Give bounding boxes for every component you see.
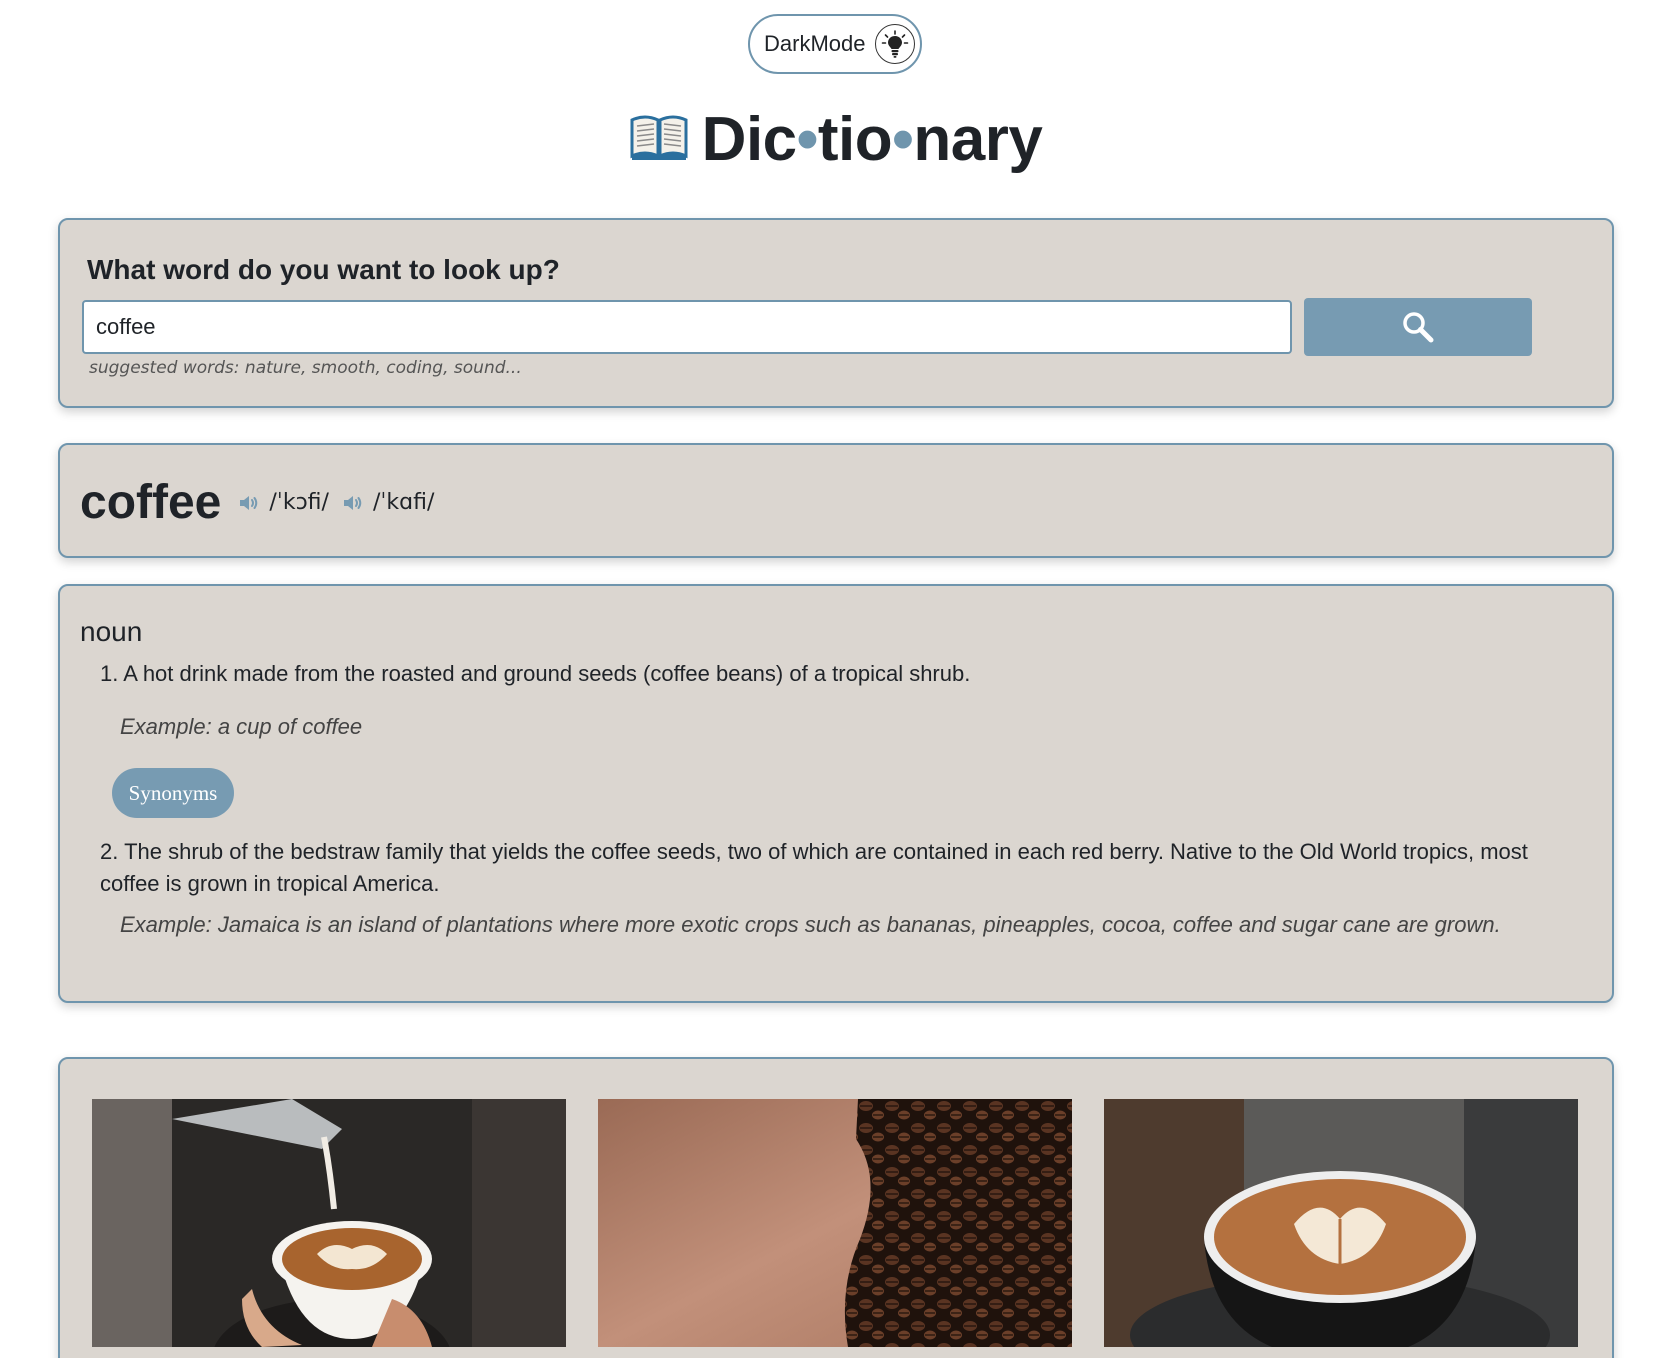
word-card: coffee /ˈkɔfi/ /ˈkɑfi/ [58,443,1614,558]
phonetic-text-2: /ˈkɑfi/ [372,490,435,515]
darkmode-toggle[interactable]: DarkMode [748,14,922,74]
images-card [58,1057,1614,1358]
search-question: What word do you want to look up? [87,254,560,285]
magnifier-icon [1403,312,1434,343]
latte-cup-image[interactable] [1104,1099,1578,1347]
search-input[interactable] [82,300,1292,354]
part-of-speech: noun [80,616,143,647]
phonetic-text-1: /ˈkɔfi/ [269,490,329,515]
title-dot-2: • [892,105,914,174]
book-icon [630,112,688,167]
definition-2: 2. The shrub of the bedstraw family that… [100,839,1528,896]
title-part-2: tio [817,105,893,174]
page-title: Dic•tio•nary [0,104,1672,175]
search-card: What word do you want to look up? sugges… [58,218,1614,408]
example-2: Example: Jamaica is an island of plantat… [120,912,1501,937]
darkmode-label: DarkMode [764,31,866,56]
search-button[interactable] [1304,298,1532,356]
dictionary-page: DarkMode Dic•tio•nary What word do you w… [0,0,1672,1358]
title-text: Dic•tio•nary [702,104,1043,175]
title-dot-1: • [796,105,819,174]
definition-1: 1. A hot drink made from the roasted and… [100,661,971,686]
definition-card: noun 1. A hot drink made from the roaste… [58,584,1614,1003]
phonetic-2: /ˈkɑfi/ [341,490,434,515]
synonyms-button[interactable]: Synonyms [112,768,234,818]
speaker-icon[interactable] [237,491,261,515]
lightbulb-icon [875,24,916,64]
example-1: Example: a cup of coffee [120,714,363,739]
suggested-words: suggested words: nature, smooth, coding,… [89,358,522,378]
title-part-3: nary [913,105,1043,174]
speaker-icon[interactable] [341,491,365,515]
coffee-beans-image[interactable] [598,1099,1072,1347]
latte-art-pour-image[interactable] [92,1099,566,1347]
phonetic-1: /ˈkɔfi/ [237,490,329,515]
title-part-1: Dic [701,105,797,174]
word-heading: coffee [80,476,222,529]
